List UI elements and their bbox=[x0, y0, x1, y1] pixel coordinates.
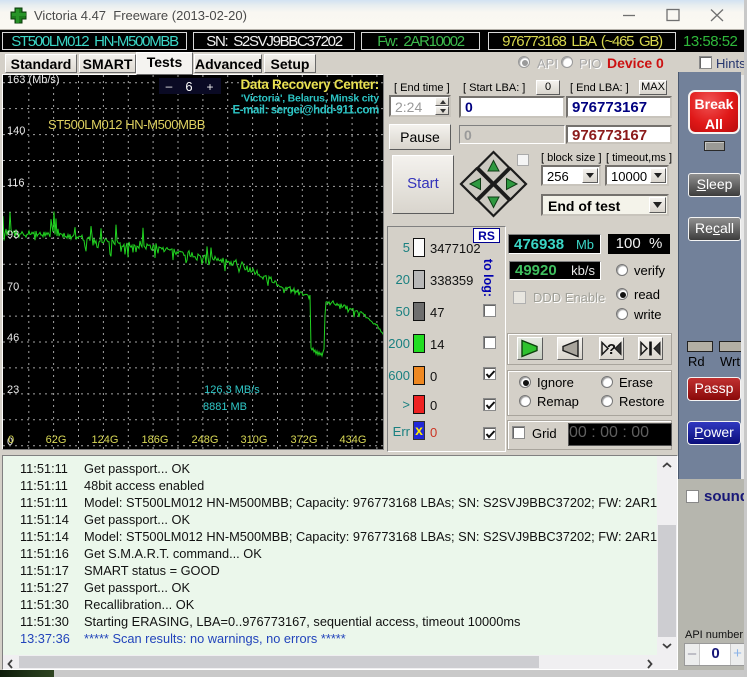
svg-text:62G: 62G bbox=[46, 434, 67, 446]
svg-text:248G: 248G bbox=[192, 434, 219, 446]
svg-text:–: – bbox=[166, 79, 173, 93]
svg-text:116: 116 bbox=[7, 177, 25, 189]
svg-text:93: 93 bbox=[7, 229, 19, 241]
svg-text:372G: 372G bbox=[291, 434, 318, 446]
svg-text:'Victoria', Belarus, Minsk cit: 'Victoria', Belarus, Minsk city bbox=[241, 93, 379, 105]
svg-text:186G: 186G bbox=[142, 434, 169, 446]
svg-text:0: 0 bbox=[8, 434, 14, 446]
svg-text:E-mail: sergei@hdd-911.com: E-mail: sergei@hdd-911.com bbox=[232, 105, 379, 117]
svg-text:8881 MB: 8881 MB bbox=[203, 401, 247, 413]
svg-text:6: 6 bbox=[185, 79, 192, 94]
svg-text:Data Recovery Center:: Data Recovery Center: bbox=[240, 77, 379, 92]
svg-text:310G: 310G bbox=[241, 434, 268, 446]
svg-text:434G: 434G bbox=[340, 434, 367, 446]
svg-text:?: ? bbox=[607, 341, 616, 358]
svg-text:140: 140 bbox=[7, 125, 25, 137]
svg-text:126,3 MB/s: 126,3 MB/s bbox=[204, 384, 260, 396]
svg-text:+: + bbox=[206, 80, 213, 94]
svg-text:70: 70 bbox=[7, 281, 19, 293]
svg-text:23: 23 bbox=[7, 384, 19, 396]
svg-text:46: 46 bbox=[7, 332, 19, 344]
svg-text:124G: 124G bbox=[92, 434, 119, 446]
svg-text:163 (Mb/s): 163 (Mb/s) bbox=[7, 75, 60, 86]
svg-text:ST500LM012 HN-M500MBB: ST500LM012 HN-M500MBB bbox=[48, 117, 205, 132]
